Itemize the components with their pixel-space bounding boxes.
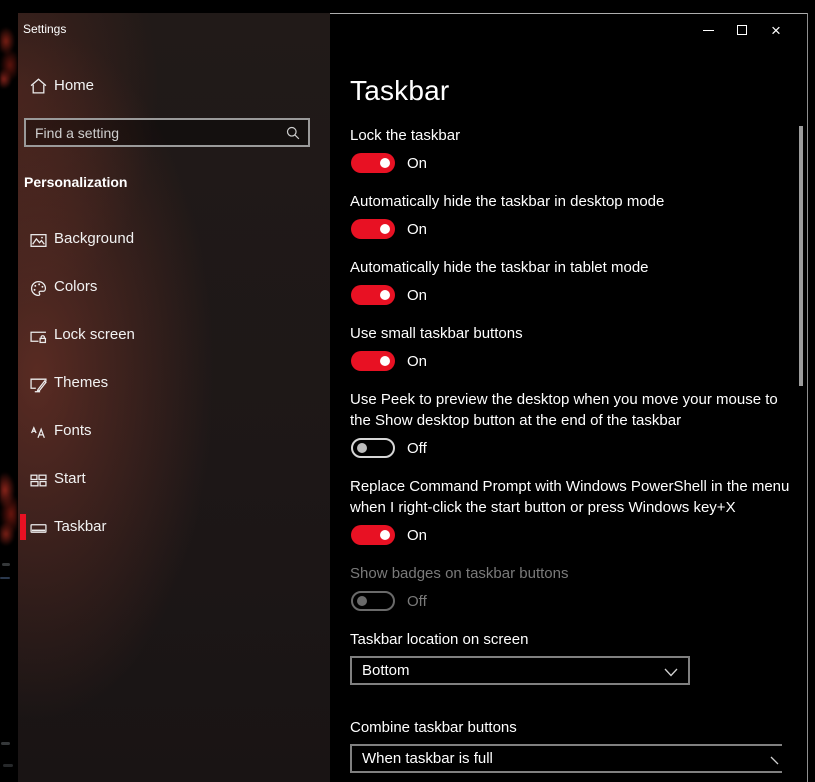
sidebar-item-start[interactable]: Start [18,456,330,504]
taskbar-settings-panel: × Taskbar Lock the taskbar On Automatica… [330,13,807,782]
desktop-artifact [1,742,10,745]
taskbar-location-dropdown[interactable]: Bottom [350,656,690,685]
toggle-knob [380,290,390,300]
taskbar-icon [30,520,47,537]
toggle-state-label: Off [407,439,427,457]
sidebar-item-label: Taskbar [54,518,107,535]
toggle-knob [357,596,367,606]
minimize-icon [702,29,714,31]
sidebar-item-label: Themes [54,374,109,391]
sidebar-nav: Background Colors Lock screen Themes Fon… [18,216,330,552]
setting-label: Show badges on taskbar buttons [350,565,569,582]
sidebar-item-label: Start [54,470,86,487]
dropdown-value: When taskbar is full [362,750,493,767]
home-icon [30,78,47,95]
sidebar-item-label: Lock screen [54,326,135,343]
wallpaper-red-blob [0,470,17,546]
colors-icon [30,280,47,297]
fonts-icon [30,424,47,441]
setting-group-autohide-tablet: Automatically hide the taskbar in tablet… [350,257,807,305]
wallpaper-red-blob [0,25,17,89]
sidebar-item-label: Background [54,230,135,247]
toggle-knob [357,443,367,453]
themes-icon [30,376,47,393]
settings-sidebar: Settings Home Personalization [18,13,330,782]
toggle-autohide-tablet[interactable] [351,285,395,305]
chevron-down-icon [664,668,678,677]
window-right-border [807,13,808,782]
search-box [24,118,310,147]
minimize-button[interactable] [691,16,725,44]
toggle-show-badges [351,591,395,611]
sidebar-item-taskbar[interactable]: Taskbar [18,504,330,552]
scrollbar[interactable] [799,126,803,386]
toggle-knob [380,356,390,366]
setting-label: Replace Command Prompt with Windows Powe… [350,478,790,516]
toggle-state-label: On [407,220,428,238]
selected-item-accent-bar [20,514,26,540]
setting-label: Automatically hide the taskbar in tablet… [350,259,649,276]
setting-label: Automatically hide the taskbar in deskto… [350,193,665,210]
dropdown-value: Bottom [362,662,410,679]
section-header-personalization: Personalization [24,174,128,190]
sidebar-item-colors[interactable]: Colors [18,264,330,312]
close-button[interactable]: × [759,16,793,44]
desktop-artifact [2,563,10,566]
background-icon [30,232,47,249]
window-caption-controls: × [691,16,793,44]
toggle-state-label: On [407,526,428,544]
sidebar-item-label: Colors [54,278,98,295]
toggle-small-taskbar-buttons[interactable] [351,351,395,371]
toggle-lock-the-taskbar[interactable] [351,153,395,173]
setting-group-badges: Show badges on taskbar buttons Off [350,563,807,611]
sidebar-item-fonts[interactable]: Fonts [18,408,330,456]
toggle-use-peek[interactable] [351,438,395,458]
setting-group-combine-buttons: Combine taskbar buttons When taskbar is … [350,717,807,773]
sidebar-item-home[interactable]: Home [18,74,330,100]
setting-label: Lock the taskbar [350,127,461,144]
toggle-knob [380,158,390,168]
toggle-knob [380,224,390,234]
sidebar-item-label: Fonts [54,422,92,439]
setting-label: Use Peek to preview the desktop when you… [350,391,778,429]
window-title: Settings [23,22,67,36]
toggle-replace-powershell[interactable] [351,525,395,545]
setting-group-autohide-desktop: Automatically hide the taskbar in deskto… [350,191,807,239]
setting-label: Taskbar location on screen [350,631,529,648]
toggle-state-label: Off [407,592,427,610]
setting-group-small-buttons: Use small taskbar buttons On [350,323,807,371]
setting-group-powershell: Replace Command Prompt with Windows Powe… [350,476,807,545]
toggle-autohide-desktop[interactable] [351,219,395,239]
toggle-state-label: On [407,352,428,370]
toggle-state-label: On [407,286,428,304]
setting-label: Use small taskbar buttons [350,325,523,342]
toggle-state-label: On [407,154,428,172]
toggle-knob [380,530,390,540]
setting-group-taskbar-location: Taskbar location on screen Bottom [350,629,807,685]
maximize-icon [737,25,747,35]
search-icon[interactable] [286,126,300,140]
sidebar-item-label: Home [54,77,95,94]
search-input[interactable] [26,124,286,141]
sidebar-item-lock-screen[interactable]: Lock screen [18,312,330,360]
desktop-artifact [0,577,10,579]
combine-taskbar-buttons-dropdown[interactable]: When taskbar is full [350,744,782,773]
maximize-button[interactable] [725,16,759,44]
lock-screen-icon [30,328,47,345]
sidebar-item-themes[interactable]: Themes [18,360,330,408]
start-icon [30,472,47,489]
sidebar-item-background[interactable]: Background [18,216,330,264]
setting-group-lock-taskbar: Lock the taskbar On [350,125,807,173]
setting-group-use-peek: Use Peek to preview the desktop when you… [350,389,807,458]
desktop-artifact [3,764,13,767]
settings-content: Taskbar Lock the taskbar On Automaticall… [330,14,807,773]
setting-label: Combine taskbar buttons [350,719,517,736]
close-icon: × [771,20,781,40]
chevron-down-icon [770,756,780,765]
